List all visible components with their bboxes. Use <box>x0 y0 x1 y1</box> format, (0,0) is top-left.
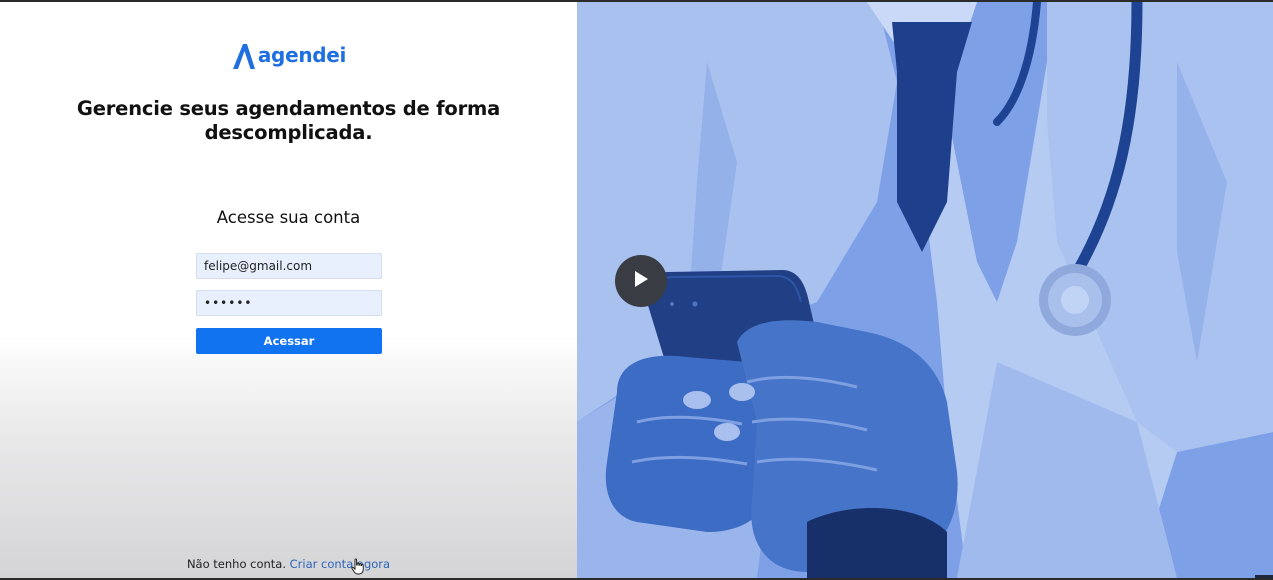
password-field[interactable] <box>196 290 382 316</box>
play-icon <box>632 269 650 294</box>
hero-video[interactable] <box>577 2 1273 578</box>
page-headline: Gerencie seus agendamentos de forma desc… <box>76 97 501 144</box>
brand-logo: agendei <box>0 42 577 70</box>
login-subtitle: Acesse sua conta <box>216 208 361 227</box>
no-account-text: Não tenho conta. <box>186 557 286 571</box>
doctor-photo <box>577 2 1273 578</box>
logo-mark-icon <box>231 42 257 70</box>
play-button[interactable] <box>615 255 667 307</box>
signup-prompt: Não tenho conta. Criar conta agora <box>0 557 577 571</box>
hand-pointer-icon <box>351 558 365 580</box>
email-field[interactable] <box>196 253 382 279</box>
create-account-link[interactable]: Criar conta agora <box>290 557 390 571</box>
brand-name: agendei <box>257 43 347 67</box>
login-panel: agendei Gerencie seus agendamentos de fo… <box>0 2 577 578</box>
login-button[interactable]: Acessar <box>196 328 382 354</box>
